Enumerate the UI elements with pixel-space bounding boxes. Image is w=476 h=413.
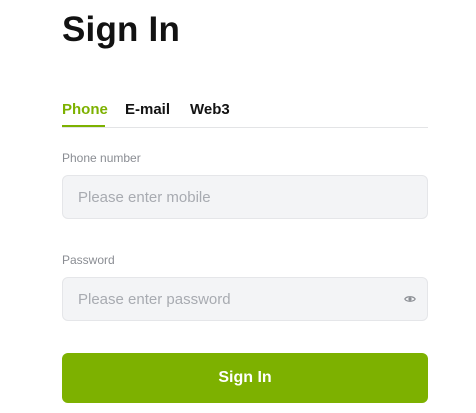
password-label: Password	[62, 253, 115, 267]
login-method-tabs: Phone E-mail Web3	[62, 100, 428, 128]
password-field-container	[62, 277, 428, 321]
phone-number-input[interactable]	[63, 176, 427, 218]
sign-in-page: Sign In Phone E-mail Web3 Phone number P…	[0, 0, 476, 413]
page-title: Sign In	[62, 10, 181, 49]
tab-email[interactable]: E-mail	[125, 100, 170, 127]
sign-in-button[interactable]: Sign In	[62, 353, 428, 403]
eye-icon[interactable]	[404, 294, 416, 304]
phone-number-label: Phone number	[62, 151, 141, 165]
tab-phone[interactable]: Phone	[62, 100, 108, 127]
password-input[interactable]	[63, 278, 427, 320]
tab-web3[interactable]: Web3	[190, 100, 230, 127]
phone-field-container	[62, 175, 428, 219]
